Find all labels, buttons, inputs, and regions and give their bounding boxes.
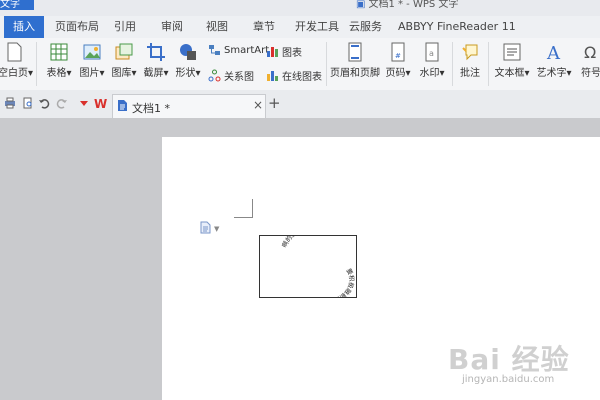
document-tab-label: 文档1 *: [132, 102, 170, 115]
baidu-jingyan-watermark: Bai 经验 jingyan.baidu.com: [448, 338, 570, 385]
undo-icon[interactable]: [38, 97, 50, 109]
screenshot-button[interactable]: 截屏▾: [140, 42, 172, 79]
smartart-button[interactable]: SmartArt: [208, 44, 269, 57]
app-menu-button[interactable]: 文字: [0, 0, 34, 10]
svg-text:a: a: [429, 49, 434, 58]
document-tab[interactable]: 文档1 * ×: [112, 94, 266, 118]
tab-page-layout[interactable]: 页面布局: [55, 16, 99, 38]
print-icon[interactable]: [4, 97, 16, 109]
tab-cloud[interactable]: 云服务: [349, 16, 382, 38]
ribbon-insert: 空白页▾ 表格▾ 图片▾ 图库▾ 截屏▾ 形状▾ SmartArt 图表 关系图…: [0, 38, 600, 91]
ribbon-separator: [326, 42, 327, 86]
document-tab-bar: W 文档1 * × +: [0, 90, 600, 119]
new-tab-button[interactable]: +: [268, 96, 281, 111]
page-number-icon: #: [391, 42, 405, 62]
gallery-icon: [115, 43, 133, 60]
watermark-logo-text: Bai 经验: [448, 343, 570, 376]
header-footer-button[interactable]: 页眉和页脚: [330, 42, 380, 79]
svg-text:Ω: Ω: [584, 43, 596, 62]
online-chart-icon: [267, 71, 278, 81]
table-button[interactable]: 表格▾: [42, 42, 76, 79]
svg-text:#: #: [395, 52, 401, 60]
arched-text-top: 啊的速度十分比较迅速: [281, 236, 341, 249]
tab-chapter[interactable]: 章节: [253, 16, 275, 38]
table-icon: [50, 43, 68, 61]
shape-icon: [180, 44, 196, 60]
tab-view[interactable]: 视图: [206, 16, 228, 38]
blank-page-button[interactable]: 空白页▾: [0, 42, 33, 79]
chevron-down-icon[interactable]: ▼: [214, 225, 219, 233]
watermark-icon: a: [425, 42, 439, 62]
wps-doc-icon: ▣: [356, 0, 366, 10]
tab-abbyy[interactable]: ABBYY FineReader 11: [398, 16, 516, 38]
textbox-icon: [503, 43, 521, 61]
relation-chart-button[interactable]: 关系图: [208, 68, 254, 83]
redo-icon[interactable]: [56, 97, 68, 109]
document-icon: [118, 100, 127, 111]
wordart-button[interactable]: A 艺术字▾: [534, 42, 574, 79]
relation-icon: [208, 69, 221, 82]
chart-icon: [267, 47, 278, 57]
arched-text-art: 啊的速度十分比较迅速 要积极融新能力创造力: [281, 236, 356, 297]
menu-bar: 插入 页面布局 引用 审阅 视图 章节 开发工具 云服务 ABBYY FineR…: [0, 16, 600, 39]
customize-qa-icon[interactable]: [78, 97, 90, 109]
title-bar: 文字 ▣ 文档1 * - WPS 文字: [0, 0, 600, 16]
symbol-icon: Ω: [584, 43, 596, 62]
comment-icon: [462, 44, 478, 61]
comment-button[interactable]: 批注: [456, 42, 484, 79]
blank-page-icon: [7, 42, 22, 62]
arched-text-bottom: 要积极融新能力创造力: [309, 268, 356, 297]
chart-button[interactable]: 图表: [266, 44, 302, 59]
smartart-icon: [209, 45, 220, 55]
margin-corner-mark: [234, 199, 253, 218]
wordart-icon: A: [546, 43, 561, 62]
watermark-button[interactable]: a 水印▾: [416, 42, 448, 79]
close-tab-icon[interactable]: ×: [253, 98, 263, 112]
wps-logo-icon: W: [94, 97, 107, 110]
tab-references[interactable]: 引用: [114, 16, 136, 38]
window-title: ▣ 文档1 * - WPS 文字: [356, 0, 459, 10]
arched-text-box[interactable]: 啊的速度十分比较迅速 要积极融新能力创造力: [259, 235, 357, 298]
tab-developer[interactable]: 开发工具: [295, 16, 339, 38]
textbox-button[interactable]: 文本框▾: [492, 42, 532, 79]
gallery-button[interactable]: 图库▾: [108, 42, 140, 79]
ribbon-separator: [36, 42, 37, 86]
header-footer-icon: [348, 42, 362, 62]
picture-button[interactable]: 图片▾: [76, 42, 108, 79]
shape-button[interactable]: 形状▾: [172, 42, 204, 79]
svg-text:W: W: [94, 97, 107, 110]
watermark-url: jingyan.baidu.com: [462, 374, 555, 385]
paragraph-layout-icon[interactable]: [200, 221, 211, 234]
ribbon-separator: [452, 42, 453, 86]
print-preview-icon[interactable]: [22, 97, 34, 109]
svg-text:A: A: [546, 43, 561, 62]
picture-icon: [83, 44, 101, 60]
online-chart-button[interactable]: 在线图表: [266, 68, 322, 83]
tab-review[interactable]: 审阅: [161, 16, 183, 38]
symbol-button[interactable]: Ω 符号: [578, 42, 600, 79]
tab-insert[interactable]: 插入: [4, 16, 44, 38]
ribbon-separator: [488, 42, 489, 86]
screenshot-icon: [147, 43, 165, 61]
page-number-button[interactable]: # 页码▾: [382, 42, 414, 79]
